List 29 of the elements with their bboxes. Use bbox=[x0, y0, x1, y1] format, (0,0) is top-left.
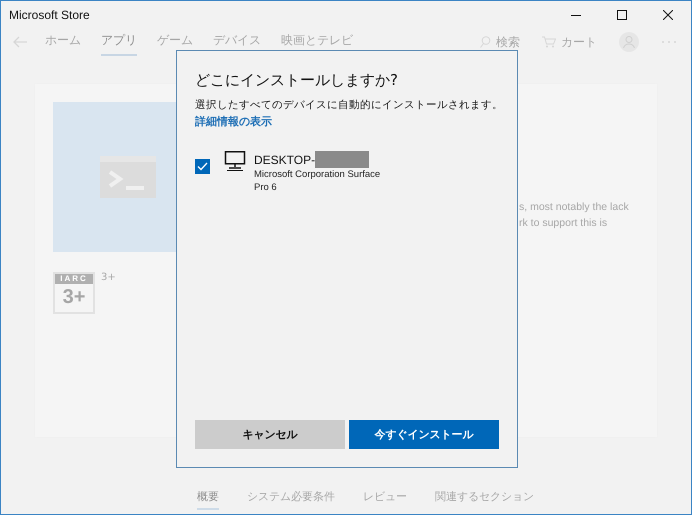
nav-tab[interactable]: 映画とテレビ bbox=[281, 28, 353, 56]
search-button[interactable]: 検索 bbox=[480, 34, 520, 50]
section-tab[interactable]: システム必要条件 bbox=[247, 489, 335, 510]
device-model: Microsoft Corporation Surface Pro 6 bbox=[254, 168, 382, 194]
desktop-computer-icon bbox=[224, 151, 246, 171]
section-tab[interactable]: レビュー bbox=[363, 489, 407, 510]
window-title: Microsoft Store bbox=[9, 8, 90, 22]
description-text: s, most notably the lack bbox=[519, 200, 629, 215]
maximize-icon[interactable] bbox=[617, 10, 627, 20]
cart-icon bbox=[542, 36, 556, 48]
nav-tab[interactable]: ホーム bbox=[45, 28, 81, 56]
age-rating: 3+ bbox=[101, 272, 116, 285]
cart-button[interactable]: カート bbox=[542, 34, 597, 50]
close-icon[interactable] bbox=[663, 10, 673, 20]
search-icon bbox=[480, 36, 491, 48]
nav-tab[interactable]: ゲーム bbox=[157, 28, 193, 56]
cancel-button[interactable]: キャンセル bbox=[195, 420, 345, 449]
section-tab[interactable]: 概要 bbox=[197, 489, 219, 510]
device-checkbox[interactable] bbox=[195, 159, 210, 174]
details-link[interactable]: 詳細情報の表示 bbox=[195, 114, 272, 129]
nav-tab[interactable]: アプリ bbox=[101, 28, 137, 56]
dialog-title: どこにインストールしますか? bbox=[195, 71, 399, 90]
nav-tab[interactable]: デバイス bbox=[213, 28, 261, 56]
dialog-message: 選択したすべてのデバイスに自動的にインストールされます。 bbox=[195, 98, 499, 112]
description-text: rk to support this is bbox=[519, 216, 608, 231]
device-name: DESKTOP- bbox=[254, 152, 316, 166]
section-tab[interactable]: 関連するセクション bbox=[435, 489, 534, 510]
rating-badge: IARC 3+ bbox=[53, 272, 95, 314]
install-button[interactable]: 今すぐインストール bbox=[349, 420, 499, 449]
